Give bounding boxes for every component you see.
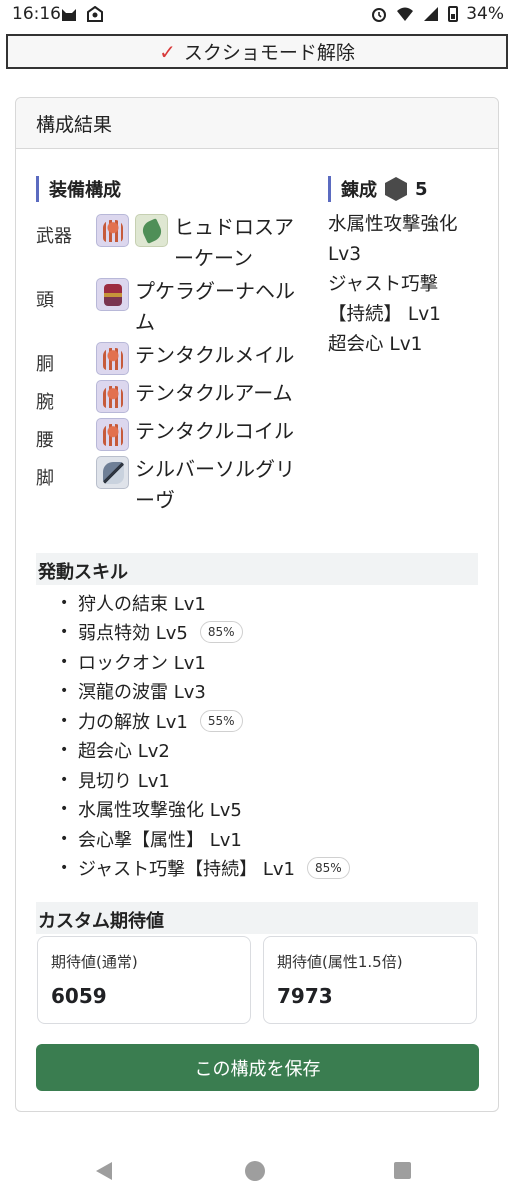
list-item: • 狩人の結束 Lv1	[60, 588, 480, 618]
expected-normal-label: 期待値(通常)	[51, 953, 138, 971]
battery-icon	[448, 6, 459, 22]
navigation-bar	[0, 1140, 514, 1200]
signal-icon	[422, 6, 440, 22]
helm-icon	[96, 278, 129, 311]
octopus-icon	[96, 342, 129, 375]
skill-name: 水属性攻撃強化 Lv5	[78, 800, 242, 822]
refine-line: 超会心 Lv1	[328, 334, 423, 355]
skill-badge: 55%	[199, 709, 243, 732]
status-time: 16:16	[12, 4, 61, 24]
refine-heading: 錬成	[328, 176, 377, 202]
equip-name-arms: テンタクルアーム	[135, 381, 293, 405]
back-icon[interactable]	[96, 1162, 112, 1180]
equip-row-arms: 腕 テンタクルアーム	[36, 378, 316, 414]
list-item: • 会心撃【属性】 Lv1	[60, 824, 480, 854]
alarm-icon	[370, 6, 388, 22]
status-bar: 16:16 34%	[0, 0, 514, 30]
equip-part-label: 胴	[36, 354, 54, 375]
skill-name: 狩人の結束 Lv1	[78, 593, 206, 615]
refine-line: Lv3	[328, 244, 362, 265]
home-icon[interactable]	[245, 1161, 265, 1181]
weapon-icon	[135, 214, 168, 247]
equip-part-label: 腕	[36, 392, 54, 413]
skill-name: 弱点特効 Lv5	[78, 623, 188, 645]
skills-list: • 狩人の結束 Lv1 • 弱点特効 Lv5 85% • ロックオン Lv1 • 溟龍の波…	[60, 588, 480, 883]
equip-name-waist: テンタクルコイル	[135, 419, 294, 443]
expected-value-heading: カスタム期待値	[36, 902, 478, 934]
equip-part-label: 脚	[36, 468, 54, 489]
screenshot-mode-exit-label: スクショモード解除	[183, 42, 355, 64]
skill-name: 力の解放 Lv1	[78, 711, 188, 733]
octopus-icon	[96, 380, 129, 413]
check-icon: ✓	[159, 39, 176, 64]
recent-apps-icon[interactable]	[394, 1162, 411, 1179]
hexagon-icon	[385, 177, 407, 201]
screenshot-mode-exit-button[interactable]: ✓ スクショモード解除	[6, 34, 508, 69]
skill-name: ロックオン Lv1	[78, 652, 206, 674]
expected-element-box: 期待値(属性1.5倍) 7973	[263, 936, 477, 1024]
equipment-section: 装備構成 武器 ヒュドロスア ーケーン 頭 プケラグーナヘル ム 胴 テンタクル…	[36, 176, 316, 518]
equipment-heading: 装備構成	[36, 176, 316, 202]
battery-percent: 34%	[466, 4, 504, 24]
expected-normal-value: 6059	[51, 984, 107, 1008]
list-item: • 超会心 Lv2	[60, 736, 480, 766]
skills-heading: 発動スキル	[36, 553, 478, 585]
card-title: 構成結果	[16, 98, 498, 149]
equip-part-label: 武器	[36, 226, 72, 247]
equip-name-head: プケラグーナヘル ム	[135, 279, 295, 334]
equip-row-chest: 胴 テンタクルメイル	[36, 340, 316, 376]
octopus-icon	[96, 418, 129, 451]
skill-name: 超会心 Lv2	[78, 741, 170, 763]
notification-icon	[86, 5, 104, 22]
octopus-icon	[96, 214, 129, 247]
equip-part-label: 頭	[36, 290, 54, 311]
list-item: • ロックオン Lv1	[60, 647, 480, 677]
skill-name: 会心撃【属性】 Lv1	[78, 829, 242, 851]
list-item: • 力の解放 Lv1 55%	[60, 706, 480, 736]
skill-name: 溟龍の波雷 Lv3	[78, 682, 206, 704]
refine-line: 水属性攻撃強化	[328, 214, 458, 235]
refine-line: 【持続】 Lv1	[328, 304, 441, 325]
equip-row-waist: 腰 テンタクルコイル	[36, 416, 316, 452]
wifi-icon	[396, 6, 414, 22]
skill-name: 見切り Lv1	[78, 770, 170, 792]
list-item: • 弱点特効 Lv5 85%	[60, 618, 480, 648]
boots-icon	[96, 456, 129, 489]
equip-part-label: 腰	[36, 430, 54, 451]
cat-icon	[60, 6, 78, 22]
equip-name-chest: テンタクルメイル	[135, 343, 295, 367]
result-card: 構成結果 装備構成 武器 ヒュドロスア ーケーン 頭 プケラグーナヘル ム 胴 …	[15, 97, 499, 1112]
save-build-button[interactable]: この構成を保存	[36, 1044, 479, 1091]
equip-row-weapon: 武器 ヒュドロスア ーケーン	[36, 212, 316, 274]
expected-element-label: 期待値(属性1.5倍)	[277, 953, 403, 971]
equip-name-weapon: ヒュドロスア ーケーン	[174, 215, 294, 270]
expected-element-value: 7973	[277, 984, 333, 1008]
list-item: • 溟龍の波雷 Lv3	[60, 677, 480, 707]
skill-name: ジャスト巧撃【持続】 Lv1	[78, 859, 295, 881]
equip-row-legs: 脚 シルバーソルグリ ーヴ	[36, 454, 316, 516]
equip-name-legs: シルバーソルグリ ーヴ	[135, 457, 295, 512]
refine-section: 錬成 5 水属性攻撃強化 Lv3 ジャスト巧撃 【持続】 Lv1 超会心 Lv1	[328, 176, 488, 360]
list-item: • 見切り Lv1	[60, 765, 480, 795]
equip-row-head: 頭 プケラグーナヘル ム	[36, 276, 316, 338]
skill-badge: 85%	[306, 857, 350, 880]
skill-badge: 85%	[199, 621, 243, 644]
expected-normal-box: 期待値(通常) 6059	[37, 936, 251, 1024]
list-item: • 水属性攻撃強化 Lv5	[60, 795, 480, 825]
refine-line: ジャスト巧撃	[328, 274, 439, 295]
refine-count: 5	[415, 178, 428, 200]
list-item: • ジャスト巧撃【持続】 Lv1 85%	[60, 854, 480, 884]
